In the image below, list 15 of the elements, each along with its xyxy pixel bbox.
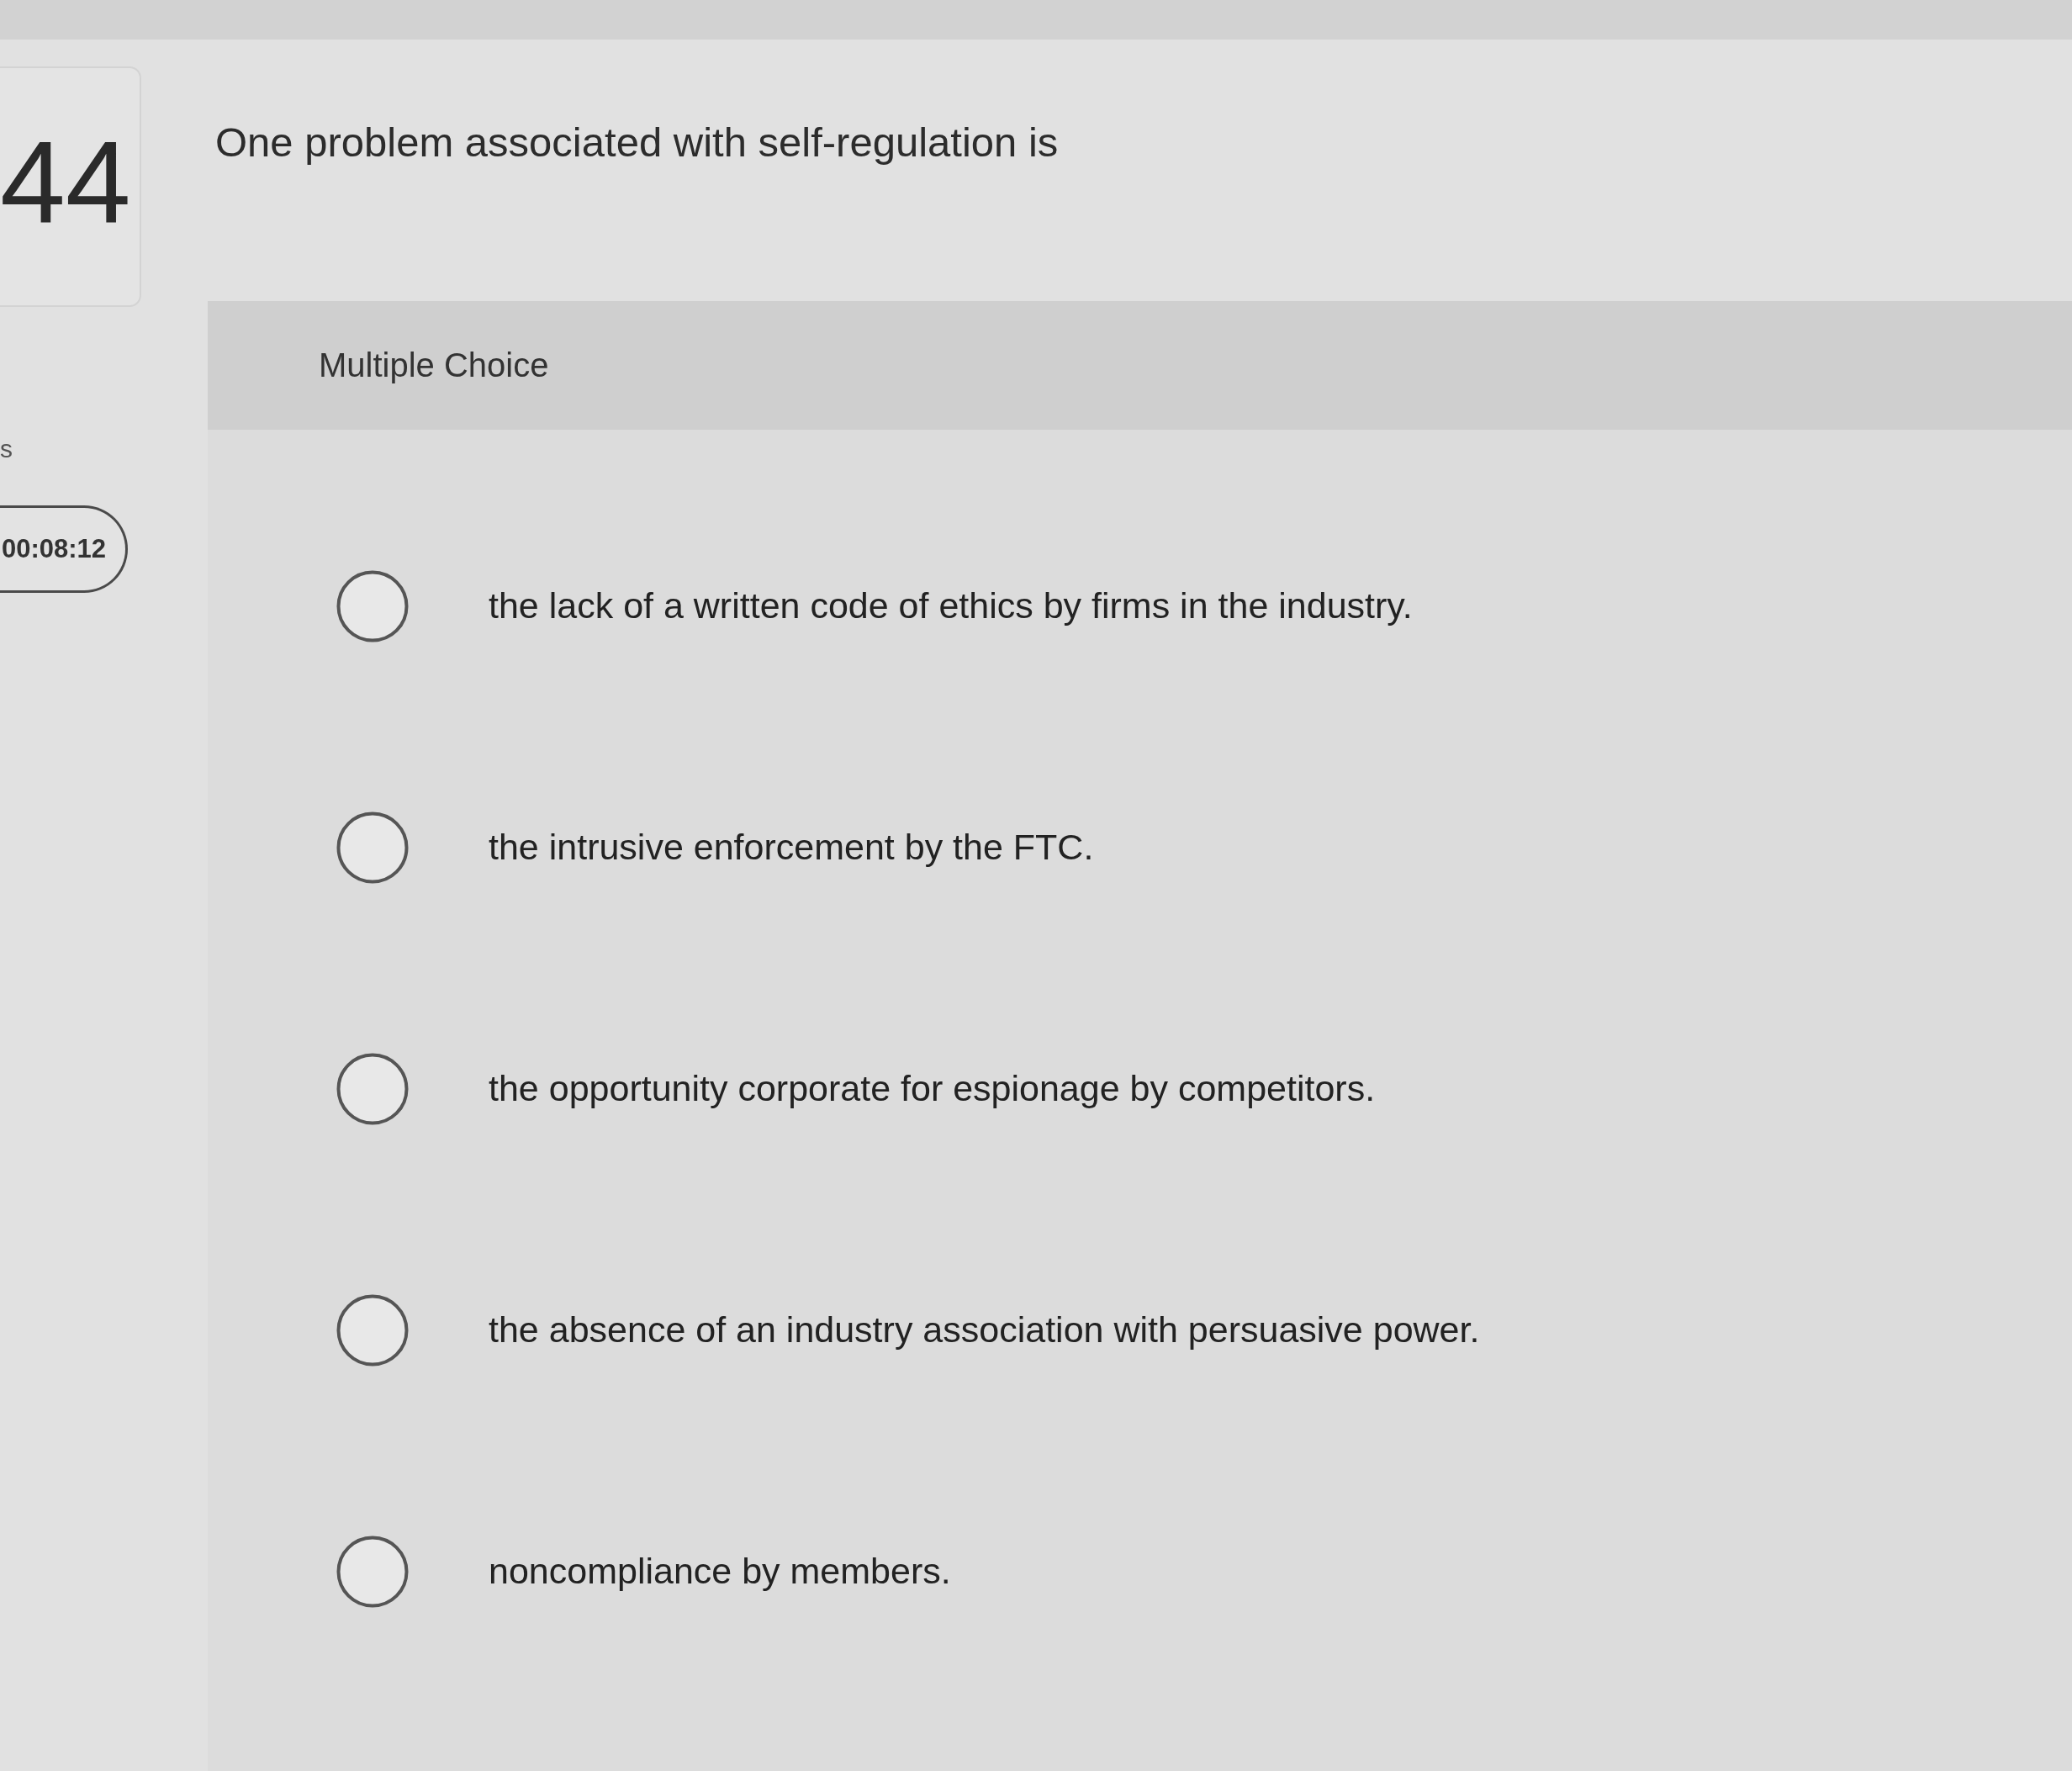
timer-text: 00:08:12 <box>2 534 107 564</box>
question-text: One problem associated with self-regulation is <box>215 119 1059 166</box>
option-text[interactable]: noncompliance by members. <box>489 1551 951 1592</box>
option-text[interactable]: the absence of an industry association with persuasive power. <box>489 1309 1480 1351</box>
radio-button[interactable] <box>336 1293 409 1367</box>
sidebar-label: s <box>0 435 13 463</box>
radio-button[interactable] <box>336 1535 409 1608</box>
radio-button[interactable] <box>336 569 409 642</box>
radio-button[interactable] <box>336 811 409 884</box>
radio-button[interactable] <box>336 1052 409 1125</box>
question-number: 44 <box>0 124 131 241</box>
question-type-label: Multiple Choice <box>319 346 549 384</box>
option-text[interactable]: the opportunity corporate for espionage by competitors. <box>489 1068 1376 1109</box>
option-text[interactable]: the lack of a written code of ethics by firms in the industry. <box>489 585 1413 626</box>
option-text[interactable]: the intrusive enforcement by the FTC. <box>489 827 1094 868</box>
